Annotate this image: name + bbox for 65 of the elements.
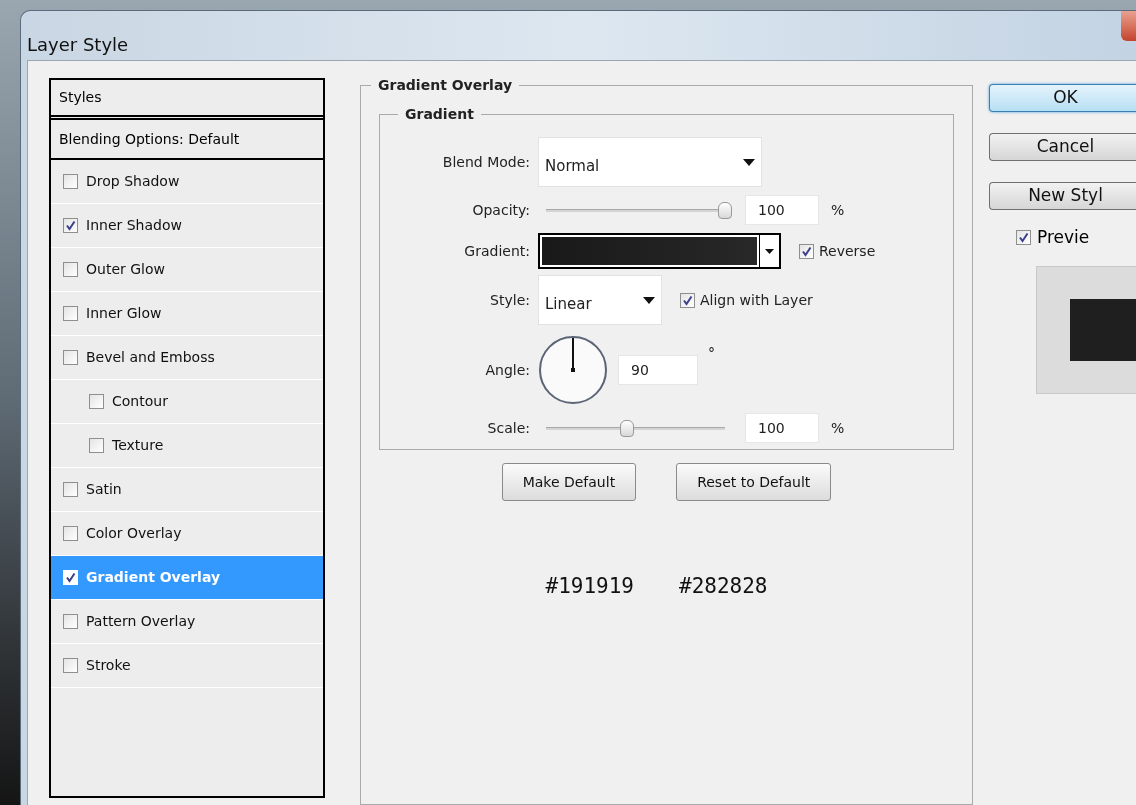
check-icon: [682, 294, 693, 306]
color-code: #282828: [679, 573, 768, 600]
checkbox[interactable]: [63, 482, 78, 497]
checkbox[interactable]: [63, 614, 78, 629]
field-label: Scale:: [486, 418, 530, 438]
style-list-item[interactable]: Inner Shadow: [51, 204, 323, 248]
action-button[interactable]: Make Default: [501, 463, 637, 501]
checkbox[interactable]: [89, 438, 104, 453]
caret-icon: [643, 296, 655, 304]
checkbox[interactable]: [799, 243, 814, 259]
style-list-item[interactable]: Drop Shadow: [51, 160, 323, 204]
check-icon: [65, 572, 76, 583]
field-label: Style:: [489, 290, 530, 310]
field-label: Angle:: [484, 360, 530, 380]
caret-icon: [743, 158, 755, 166]
check-icon: [65, 220, 76, 231]
checkbox[interactable]: [63, 350, 78, 365]
checkbox[interactable]: [63, 262, 78, 277]
style-dropdown[interactable]: Linear: [538, 275, 662, 325]
style-list-item[interactable]: Outer Glow: [51, 248, 323, 292]
field-label: Opacity:: [471, 200, 530, 220]
window-title: Layer Style: [27, 33, 129, 57]
blend-mode-dropdown[interactable]: Normal: [538, 137, 762, 187]
dialog-button[interactable]: Cancel: [989, 133, 1136, 161]
unit-label: °: [708, 344, 715, 363]
checkbox[interactable]: [89, 394, 104, 409]
angle-input[interactable]: 90: [618, 355, 698, 385]
gradient-picker[interactable]: [538, 233, 781, 269]
angle-dial[interactable]: [538, 335, 608, 405]
field-label: Gradient:: [463, 241, 530, 261]
align-option[interactable]: Align with Layer: [680, 289, 813, 311]
dialog-button[interactable]: OK: [989, 84, 1136, 112]
style-list-item[interactable]: Contour: [51, 380, 323, 424]
dialog-button[interactable]: New Styl: [989, 182, 1136, 210]
styles-header[interactable]: Styles: [51, 80, 323, 120]
scale-input[interactable]: 100: [745, 413, 819, 443]
unit-label: %: [831, 200, 845, 220]
unit-label: %: [831, 418, 845, 438]
opacity-input[interactable]: 100: [745, 195, 819, 225]
style-list-item[interactable]: Stroke: [51, 644, 323, 688]
checkbox[interactable]: [1016, 230, 1031, 246]
checkbox[interactable]: [63, 306, 78, 321]
color-code: #191919: [545, 573, 634, 600]
check-icon: [801, 245, 812, 257]
field-label: Blend Mode:: [441, 152, 530, 172]
reverse-option[interactable]: Reverse: [799, 240, 876, 262]
blending-options-item[interactable]: Blending Options: Default: [51, 120, 323, 160]
style-list-item[interactable]: Satin: [51, 468, 323, 512]
close-button[interactable]: [1121, 11, 1136, 41]
style-list-item[interactable]: Bevel and Emboss: [51, 336, 323, 380]
caret-icon: [765, 248, 774, 254]
checkbox[interactable]: [63, 174, 78, 189]
preview-swatch: [1070, 298, 1136, 361]
checkbox[interactable]: [63, 218, 78, 233]
preview-option[interactable]: Previe: [1016, 225, 1136, 251]
action-button[interactable]: Reset to Default: [676, 463, 832, 501]
checkbox[interactable]: [63, 526, 78, 541]
slider-thumb[interactable]: [619, 420, 634, 437]
style-list-item[interactable]: Inner Glow: [51, 292, 323, 336]
style-list-item[interactable]: Texture: [51, 424, 323, 468]
checkbox[interactable]: [680, 292, 695, 308]
slider-thumb[interactable]: [718, 202, 732, 219]
check-icon: [1018, 232, 1029, 244]
checkbox[interactable]: [63, 658, 78, 673]
style-list-item[interactable]: Pattern Overlay: [51, 600, 323, 644]
